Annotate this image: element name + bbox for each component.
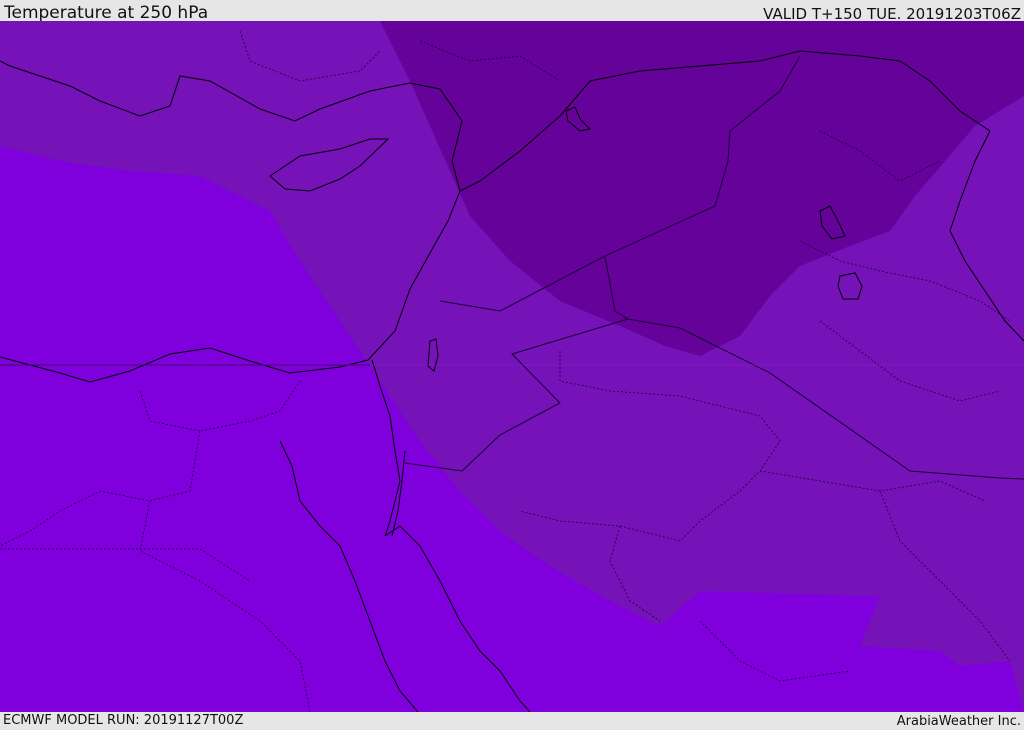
credit: ArabiaWeather Inc. bbox=[896, 714, 1021, 729]
footer-bar: ECMWF MODEL RUN: 20191127T00Z ArabiaWeat… bbox=[0, 712, 1024, 729]
model-run: ECMWF MODEL RUN: 20191127T00Z bbox=[3, 713, 244, 728]
header-bar: Temperature at 250 hPa VALID T+150 TUE. … bbox=[0, 0, 1024, 23]
temperature-map bbox=[0, 21, 1024, 712]
